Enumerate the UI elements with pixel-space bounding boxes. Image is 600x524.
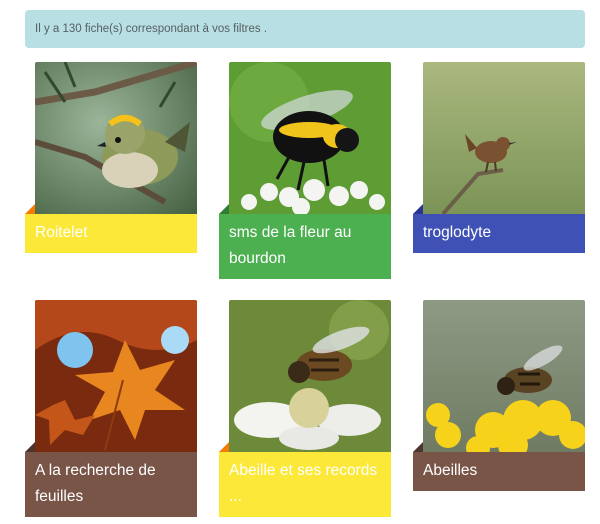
card-photo-wren[interactable] — [423, 62, 585, 214]
card-photo-bee-yellow-flower[interactable] — [423, 300, 585, 452]
card-corner-fold — [219, 204, 229, 214]
card-title-recherche-feuilles[interactable]: A la recherche de feuilles — [25, 452, 197, 517]
results-count-alert: Il y a 130 fiche(s) correspondant à vos … — [25, 10, 585, 48]
card-corner-fold — [413, 204, 423, 214]
bumblebee-image — [229, 62, 391, 214]
card-photo-bee-flower[interactable] — [229, 300, 391, 452]
card-title-troglodyte[interactable]: troglodyte — [413, 214, 585, 253]
card-recherche-feuilles[interactable]: A la recherche de feuilles — [25, 300, 197, 517]
card-photo-bumblebee[interactable] — [229, 62, 391, 214]
card-abeille-records[interactable]: Abeille et ses records ... — [219, 300, 391, 517]
goldcrest-image — [35, 62, 197, 214]
bee-on-flower-image — [229, 300, 391, 452]
wren-image — [423, 62, 585, 214]
card-troglodyte[interactable]: troglodyte — [413, 62, 585, 253]
card-title-roitelet[interactable]: Roitelet — [25, 214, 197, 253]
card-corner-fold — [219, 442, 229, 452]
card-title-abeille-records[interactable]: Abeille et ses records ... — [219, 452, 391, 517]
maple-leaves-image — [35, 300, 197, 452]
card-sms-fleur-bourdon[interactable]: sms de la fleur au bourdon — [219, 62, 391, 279]
card-corner-fold — [25, 442, 35, 452]
card-corner-fold — [25, 204, 35, 214]
results-count-text: Il y a 130 fiche(s) correspondant à vos … — [35, 23, 268, 35]
card-roitelet[interactable]: Roitelet — [25, 62, 197, 253]
card-photo-maple-leaves[interactable] — [35, 300, 197, 452]
bee-on-yellow-flower-image — [423, 300, 585, 452]
card-abeilles[interactable]: Abeilles — [413, 300, 585, 491]
card-title-sms-fleur-bourdon[interactable]: sms de la fleur au bourdon — [219, 214, 391, 279]
card-corner-fold — [413, 442, 423, 452]
card-title-abeilles[interactable]: Abeilles — [413, 452, 585, 491]
card-photo-goldcrest[interactable] — [35, 62, 197, 214]
